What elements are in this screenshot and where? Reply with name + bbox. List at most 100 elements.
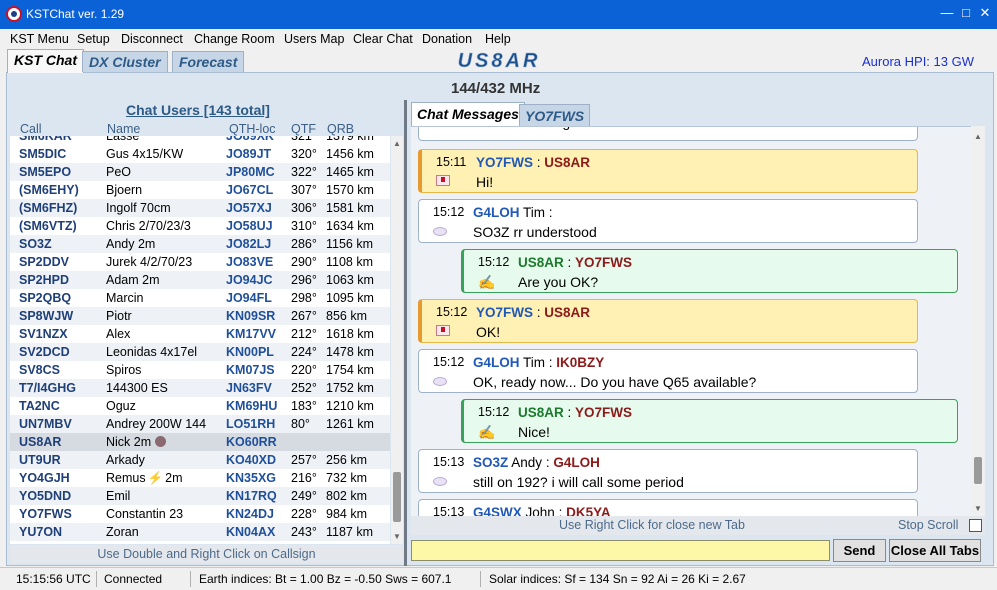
user-call[interactable]: T7/I4GHG <box>19 381 76 395</box>
tab-dx-cluster[interactable]: DX Cluster <box>82 51 168 72</box>
message-card[interactable]: 15:12 G4LOH Tim : IK0BZY OK, ready now... … <box>418 349 918 393</box>
user-call[interactable]: SP2DDV <box>19 255 69 269</box>
message-to[interactable]: DK5YA <box>566 505 611 516</box>
panel-splitter[interactable] <box>404 100 407 566</box>
column-header-qtf[interactable]: QTF <box>291 122 316 136</box>
message-to[interactable]: YO7FWS <box>575 255 632 270</box>
users-scroll-thumb[interactable] <box>393 472 401 522</box>
message-input[interactable] <box>411 540 830 561</box>
user-row[interactable]: SM6KAR Lasse JO89XK 321° 1379 km <box>10 136 390 145</box>
user-call[interactable]: US8AR <box>19 435 61 449</box>
column-header-qrb[interactable]: QRB <box>327 122 354 136</box>
stop-scroll-checkbox[interactable] <box>969 519 982 532</box>
user-call[interactable]: UT9UR <box>19 453 61 467</box>
user-call[interactable]: YO4GJH <box>19 471 70 485</box>
column-header-name[interactable]: Name <box>107 122 140 136</box>
user-call[interactable]: UN7MBV <box>19 417 72 431</box>
user-row[interactable]: SP2HPD Adam 2m JO94JC 296° 1063 km <box>10 271 390 289</box>
tab-forecast[interactable]: Forecast <box>172 51 245 72</box>
user-row[interactable]: SO3Z Andy 2m JO82LJ 286° 1156 km <box>10 235 390 253</box>
user-row[interactable]: (SM6VTZ) Chris 2/70/23/3 JO58UJ 310° 1634 km <box>10 217 390 235</box>
user-call[interactable]: SV8CS <box>19 363 60 377</box>
user-row[interactable]: T7/I4GHG 144300 ES JN63FV 252° 1752 km <box>10 379 390 397</box>
user-row[interactable]: US8AR Nick 2m KO60RR <box>10 433 390 451</box>
user-row[interactable]: YU7ON Zoran KN04AX 243° 1187 km <box>10 523 390 541</box>
user-row[interactable]: UT9UR Arkady KO40XD 257° 256 km <box>10 451 390 469</box>
scroll-down-icon[interactable]: ▼ <box>393 532 401 541</box>
user-row[interactable]: YO7FWS Constantin 23 KN24DJ 228° 984 km <box>10 505 390 523</box>
user-call[interactable]: SV1NZX <box>19 327 68 341</box>
menu-users-map[interactable]: Users Map <box>284 32 344 46</box>
user-row[interactable]: SV2DCD Leonidas 4x17el KN00PL 224° 1478 km <box>10 343 390 361</box>
message-to[interactable]: US8AR <box>544 155 590 170</box>
user-row[interactable]: SP2DDV Jurek 4/2/70/23 JO83VE 290° 1108 km <box>10 253 390 271</box>
user-row[interactable]: (SM6FHZ) Ingolf 70cm JO57XJ 306° 1581 km <box>10 199 390 217</box>
user-row[interactable]: SV1NZX Alex KM17VV 212° 1618 km <box>10 325 390 343</box>
user-call[interactable]: SP8WJW <box>19 309 73 323</box>
user-call[interactable]: SO3Z <box>19 237 52 251</box>
message-card[interactable]: 15:12 US8AR : YO7FWS ✍ Are you OK? <box>461 249 958 293</box>
message-to[interactable]: YO7FWS <box>575 405 632 420</box>
tab-chat-messages[interactable]: Chat Messages <box>411 102 525 126</box>
user-row[interactable]: SP8WJW Piotr KN09SR 267° 856 km <box>10 307 390 325</box>
message-from[interactable]: SO3Z <box>473 455 508 470</box>
user-call[interactable]: (SM6VTZ) <box>19 219 77 233</box>
user-row[interactable]: SV8CS Spiros KM07JS 220° 1754 km <box>10 361 390 379</box>
menu-disconnect[interactable]: Disconnect <box>121 32 183 46</box>
menu-donation[interactable]: Donation <box>422 32 472 46</box>
tab-kst-chat[interactable]: KST Chat <box>7 49 84 73</box>
user-call[interactable]: SP2HPD <box>19 273 69 287</box>
message-card[interactable]: 15:13 SO3Z Andy : G4LOH still on 192? i wi… <box>418 449 918 493</box>
message-card[interactable]: 15:11 YO7FWS : US8AR Hi! <box>418 149 918 193</box>
user-call[interactable]: TA2NC <box>19 399 60 413</box>
message-to[interactable]: US8AR <box>544 305 590 320</box>
user-row[interactable]: YO4GJH Remus ⚡ 2m KN35XG 216° 732 km <box>10 469 390 487</box>
user-call[interactable]: SP2QBQ <box>19 291 71 305</box>
message-to[interactable]: G4LOH <box>553 455 600 470</box>
message-from[interactable]: G4LOH <box>473 205 520 220</box>
message-from[interactable]: G4LOH <box>473 355 520 370</box>
menu-change-room[interactable]: Change Room <box>194 32 275 46</box>
user-call[interactable]: SM6KAR <box>19 136 72 143</box>
users-scrollbar[interactable]: ▲ ▼ <box>391 136 403 544</box>
user-row[interactable]: SP2QBQ Marcin JO94FL 298° 1095 km <box>10 289 390 307</box>
user-row[interactable]: UN7MBV Andrey 200W 144 LO51RH 80° 1261 km <box>10 415 390 433</box>
user-call[interactable]: SV2DCD <box>19 345 70 359</box>
menu-kst[interactable]: KST Menu <box>10 32 69 46</box>
maximize-icon[interactable]: □ <box>957 4 975 22</box>
scroll-up-icon[interactable]: ▲ <box>974 132 982 141</box>
message-from[interactable]: YO7FWS <box>476 155 533 170</box>
chat-users-title[interactable]: Chat Users [143 total] <box>126 102 270 118</box>
scroll-down-icon[interactable]: ▼ <box>974 504 982 513</box>
user-row[interactable]: TA2NC Oguz KM69HU 183° 1210 km <box>10 397 390 415</box>
chat-scrollbar[interactable]: ▲ ▼ <box>971 126 985 516</box>
user-call[interactable]: YO5DND <box>19 489 71 503</box>
minimize-icon[interactable]: — <box>938 4 956 22</box>
user-call[interactable]: YO7FWS <box>19 507 72 521</box>
tab-yo7fws[interactable]: YO7FWS <box>519 104 591 126</box>
user-call[interactable]: (SM6FHZ) <box>19 201 77 215</box>
chat-scroll-thumb[interactable] <box>974 457 982 484</box>
send-button[interactable]: Send <box>833 539 886 562</box>
message-from[interactable]: US8AR <box>518 405 564 420</box>
message-card[interactable]: tnx for listening <box>418 127 918 141</box>
message-from[interactable]: YO7FWS <box>476 305 533 320</box>
column-header-qth-loc[interactable]: QTH-loc <box>229 122 276 136</box>
message-from[interactable]: US8AR <box>518 255 564 270</box>
menu-help[interactable]: Help <box>485 32 511 46</box>
menu-clear-chat[interactable]: Clear Chat <box>353 32 413 46</box>
user-call[interactable]: YU7ON <box>19 525 62 539</box>
menu-setup[interactable]: Setup <box>77 32 110 46</box>
scroll-up-icon[interactable]: ▲ <box>393 139 401 148</box>
message-card[interactable]: 15:12 US8AR : YO7FWS ✍ Nice! <box>461 399 958 443</box>
message-to[interactable]: IK0BZY <box>556 355 604 370</box>
message-card[interactable]: 15:12 YO7FWS : US8AR OK! <box>418 299 918 343</box>
message-from[interactable]: G4SWX <box>473 505 522 516</box>
message-card[interactable]: 15:13 G4SWX John : DK5YA <box>418 499 918 516</box>
user-row[interactable]: SM5EPO PeO JP80MC 322° 1465 km <box>10 163 390 181</box>
user-call[interactable]: (SM6EHY) <box>19 183 79 197</box>
user-row[interactable]: YO5DND Emil KN17RQ 249° 802 km <box>10 487 390 505</box>
close-icon[interactable]: ✕ <box>976 4 994 22</box>
user-row[interactable]: (SM6EHY) Bjoern JO67CL 307° 1570 km <box>10 181 390 199</box>
chat-messages-area[interactable]: tnx for listening 15:11YO7FWS : US8ARHi! 1… <box>411 126 971 516</box>
